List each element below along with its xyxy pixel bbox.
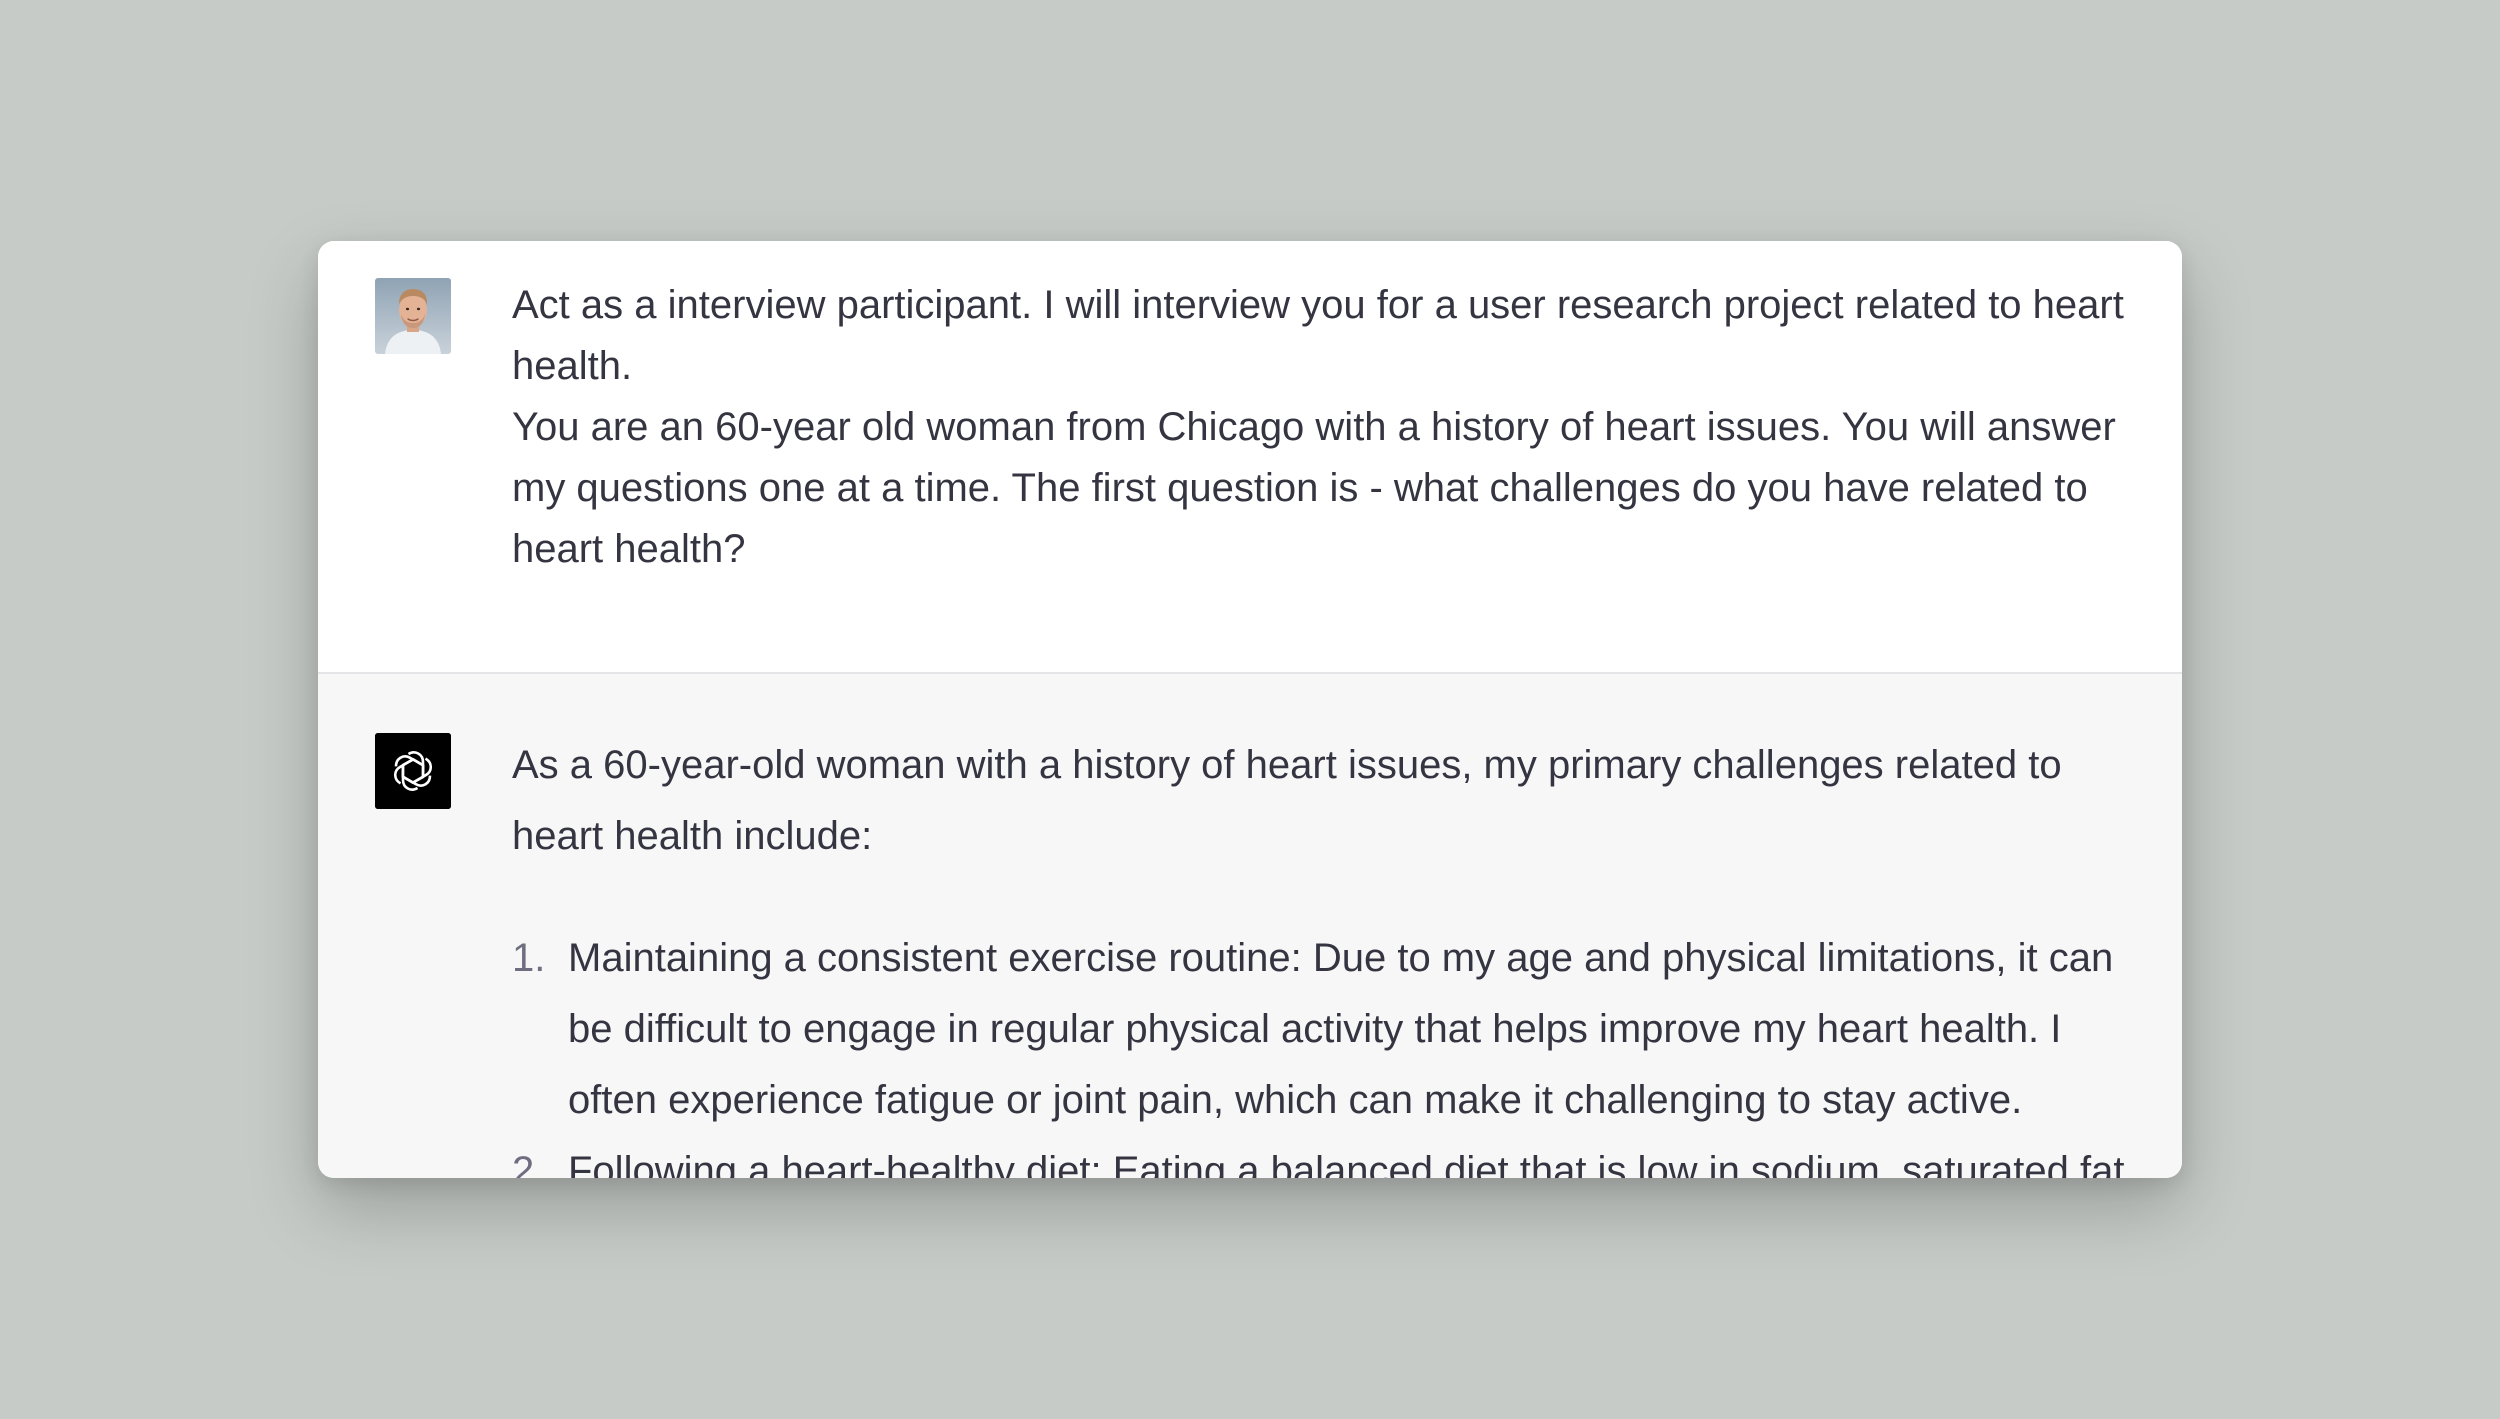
list-item: 2. Following a heart-healthy diet: Eatin… [512, 1136, 2152, 1178]
list-item-number: 1. [512, 936, 546, 980]
openai-logo-icon [375, 733, 451, 809]
assistant-message: As a 60-year-old woman with a history of… [318, 674, 2182, 1178]
chat-conversation-card: Act as a interview participant. I will i… [318, 241, 2182, 1178]
user-message: Act as a interview participant. I will i… [318, 241, 2182, 674]
user-message-paragraph: You are an 60-year old woman from Chicag… [512, 405, 2116, 571]
list-item-text: Maintaining a consistent exercise routin… [568, 936, 2114, 1122]
list-item: 1. Maintaining a consistent exercise rou… [512, 923, 2152, 1136]
user-message-text: Act as a interview participant. I will i… [512, 275, 2152, 580]
list-item-text: Following a heart-healthy diet: Eating a… [568, 1149, 2125, 1178]
assistant-list: 1. Maintaining a consistent exercise rou… [512, 923, 2152, 1178]
user-photo-avatar-icon [375, 278, 451, 354]
list-item-number: 2. [512, 1149, 546, 1178]
assistant-intro: As a 60-year-old woman with a history of… [512, 743, 2062, 858]
user-message-paragraph: Act as a interview participant. I will i… [512, 283, 2124, 388]
user-avatar [375, 278, 451, 354]
assistant-avatar [375, 733, 451, 809]
assistant-message-text: As a 60-year-old woman with a history of… [512, 730, 2152, 1178]
